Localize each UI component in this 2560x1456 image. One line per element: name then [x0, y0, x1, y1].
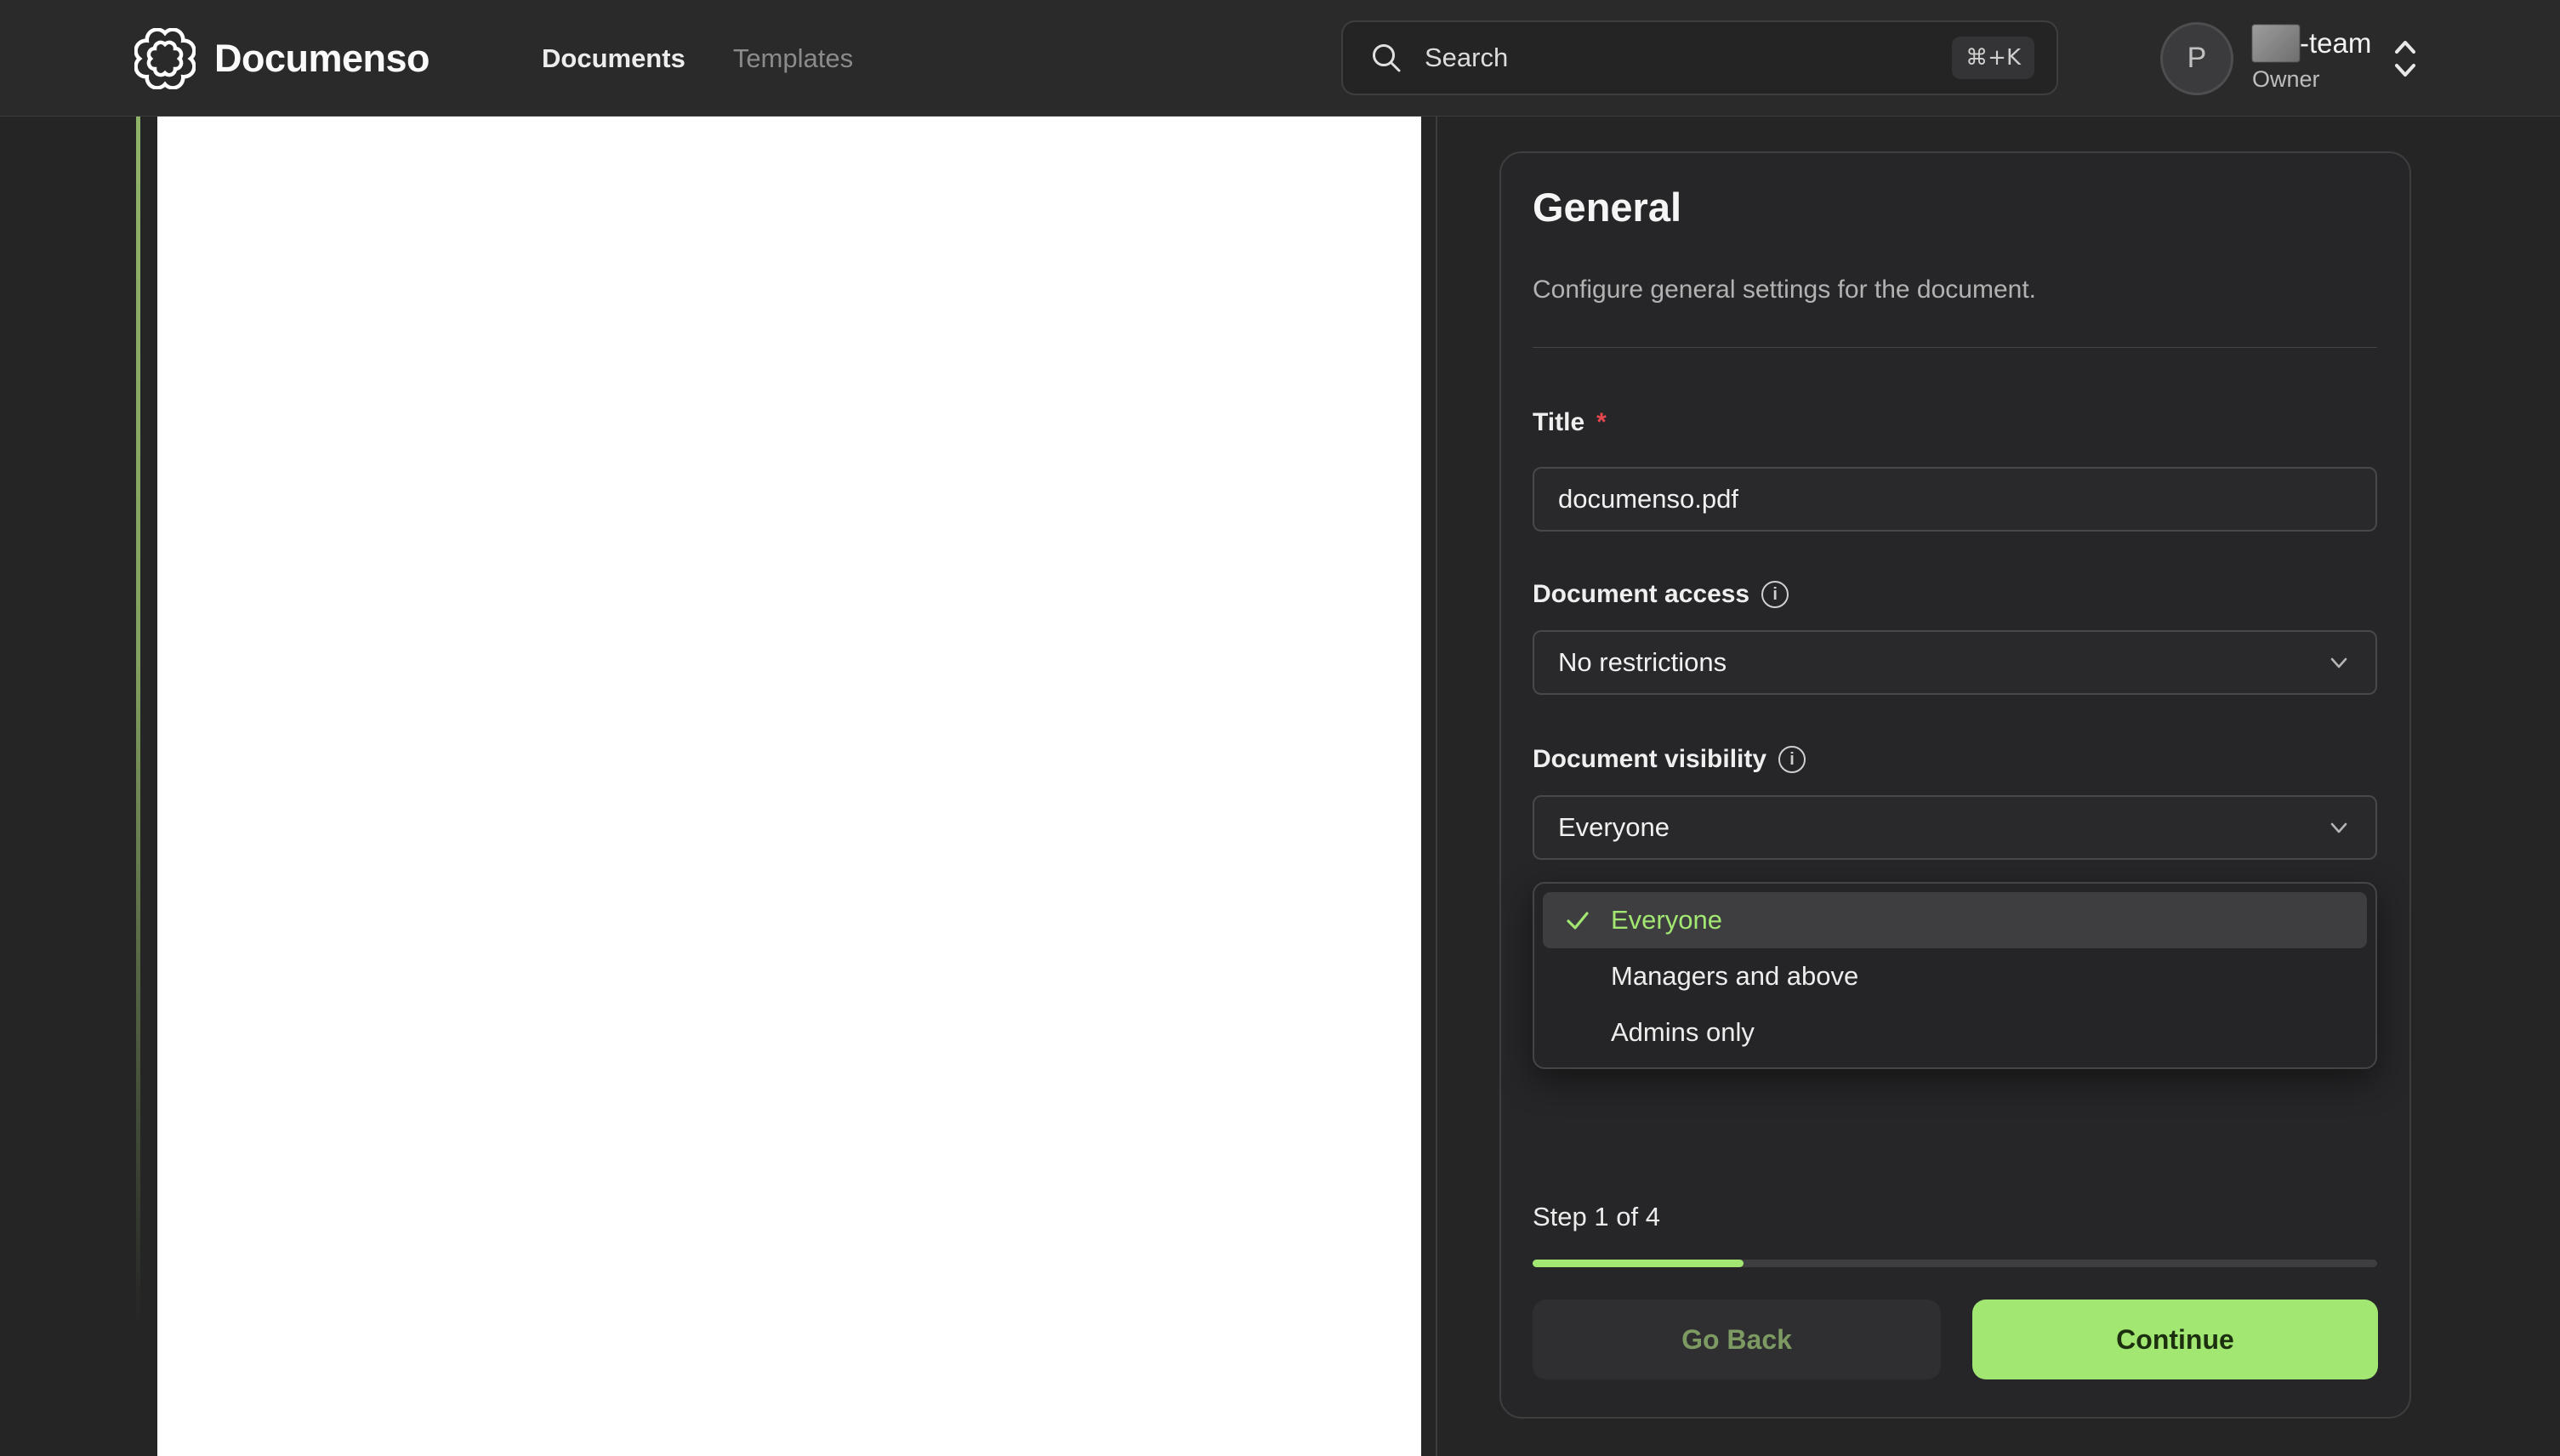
avatar: P	[2160, 21, 2233, 95]
team-name-suffix: -team	[2300, 26, 2372, 59]
chevron-down-icon	[2330, 657, 2347, 668]
continue-button[interactable]: Continue	[1972, 1300, 2378, 1379]
document-preview-page	[157, 117, 1421, 1456]
title-field[interactable]: documenso.pdf	[1533, 467, 2377, 532]
brand[interactable]: Documenso	[134, 0, 430, 117]
search-shortcut-badge: ⌘+K	[1952, 37, 2034, 79]
required-asterisk: *	[1596, 408, 1607, 436]
team-info: -team Owner	[2252, 24, 2372, 93]
info-icon[interactable]: i	[1778, 746, 1806, 773]
search-icon	[1373, 44, 1401, 72]
document-access-label: Document access i	[1533, 580, 1789, 609]
progress-bar	[1533, 1260, 2377, 1267]
title-value: documenso.pdf	[1558, 484, 1738, 514]
team-role: Owner	[2252, 65, 2320, 92]
option-admins-only[interactable]: Admins only	[1543, 1004, 2367, 1061]
documenso-logo-icon	[134, 27, 196, 89]
option-managers-and-above[interactable]: Managers and above	[1543, 948, 2367, 1004]
card-divider	[1533, 347, 2377, 348]
progress-fill	[1533, 1260, 1744, 1267]
top-nav: Documenso Documents Templates Search ⌘+K…	[0, 0, 2560, 117]
document-access-select[interactable]: No restrictions	[1533, 630, 2377, 695]
step-indicator: Step 1 of 4	[1533, 1202, 1660, 1231]
card-subtitle: Configure general settings for the docum…	[1533, 276, 2037, 304]
chevron-down-icon	[2330, 822, 2347, 833]
option-everyone[interactable]: Everyone	[1543, 892, 2367, 948]
panel-divider	[1436, 117, 1437, 1456]
info-icon[interactable]: i	[1761, 581, 1789, 608]
document-visibility-label: Document visibility i	[1533, 745, 1806, 774]
title-label: Title *	[1533, 408, 1607, 436]
general-settings-card: General Configure general settings for t…	[1499, 151, 2411, 1419]
nav-templates[interactable]: Templates	[733, 43, 853, 74]
search-placeholder: Search	[1425, 43, 1509, 72]
go-back-button[interactable]: Go Back	[1533, 1300, 1941, 1379]
nav-documents[interactable]: Documents	[542, 43, 686, 74]
search-input[interactable]: Search ⌘+K	[1341, 20, 2058, 95]
main-nav: Documents Templates	[542, 0, 853, 117]
team-name-redacted	[2252, 24, 2300, 62]
document-visibility-value: Everyone	[1558, 812, 1670, 842]
brand-name: Documenso	[214, 36, 430, 80]
check-icon	[1563, 906, 1597, 935]
document-access-value: No restrictions	[1558, 647, 1727, 677]
accent-gradient-line	[136, 117, 140, 1324]
chevrons-up-down-icon	[2395, 40, 2416, 77]
team-switcher[interactable]: P -team Owner	[2160, 0, 2421, 117]
visibility-dropdown-menu: Everyone Managers and above Admins only	[1533, 882, 2377, 1069]
document-visibility-select[interactable]: Everyone	[1533, 795, 2377, 860]
card-title: General	[1533, 185, 1682, 230]
